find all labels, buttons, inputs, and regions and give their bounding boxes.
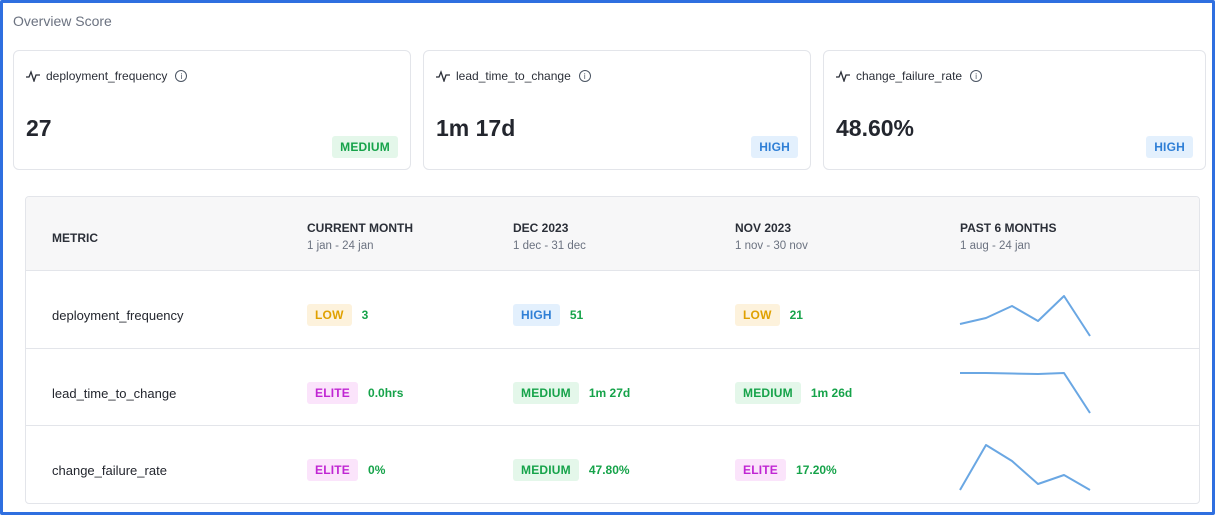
status-badge: ELITE [735, 459, 787, 481]
info-icon[interactable]: i [578, 70, 591, 82]
metric-name: change_failure_rate [52, 463, 167, 478]
info-icon[interactable]: i [970, 70, 983, 82]
dec-cell: MEDIUM 47.80% [513, 459, 630, 481]
column-header-dec-2023: DEC 2023 1 dec - 31 dec [513, 221, 586, 252]
score-card-deployment-frequency: deployment_frequency i 27 MEDIUM [13, 50, 411, 170]
table-row: change_failure_rate ELITE 0% MEDIUM 47.8… [26, 426, 1199, 503]
card-metric-name: deployment_frequency [46, 69, 168, 83]
pulse-icon [436, 70, 450, 82]
status-badge: HIGH [513, 304, 560, 326]
current-month-cell: ELITE 0.0hrs [307, 382, 403, 404]
status-badge: LOW [735, 304, 780, 326]
status-badge: MEDIUM [513, 382, 579, 404]
table-row: lead_time_to_change ELITE 0.0hrs MEDIUM … [26, 349, 1199, 426]
column-header-current-month: CURRENT MONTH 1 jan - 24 jan [307, 221, 413, 252]
sparkline-chart [959, 295, 1091, 337]
current-month-cell: LOW 3 [307, 304, 368, 326]
status-badge: ELITE [307, 382, 359, 404]
table-header: METRIC CURRENT MONTH 1 jan - 24 jan DEC … [26, 197, 1199, 271]
status-badge: ELITE [307, 459, 359, 481]
dec-cell: MEDIUM 1m 27d [513, 382, 630, 404]
status-badge: LOW [307, 304, 352, 326]
score-card-change-failure-rate: change_failure_rate i 48.60% HIGH [823, 50, 1206, 170]
metric-value: 1m 27d [588, 386, 631, 400]
overview-score-panel: Overview Score deployment_frequency i 27… [0, 0, 1215, 515]
sparkline-chart [960, 372, 1091, 414]
score-card-lead-time-to-change: lead_time_to_change i 1m 17d HIGH [423, 50, 811, 170]
card-value: 1m 17d [436, 115, 516, 141]
status-badge: MEDIUM [332, 136, 398, 158]
nov-cell: MEDIUM 1m 26d [735, 382, 852, 404]
status-badge: MEDIUM [513, 459, 579, 481]
metric-value: 0.0hrs [368, 386, 404, 400]
metric-name: deployment_frequency [52, 308, 184, 323]
column-header-past-6-months: PAST 6 MONTHS 1 aug - 24 jan [960, 221, 1057, 252]
status-badge: MEDIUM [735, 382, 801, 404]
panel-title: Overview Score [13, 13, 112, 29]
metric-value: 21 [789, 308, 803, 322]
sparkline-series [959, 295, 1091, 337]
nov-cell: LOW 21 [735, 304, 803, 326]
card-value: 48.60% [836, 115, 915, 141]
column-header-metric: METRIC [52, 231, 98, 245]
metric-value: 17.20% [796, 463, 837, 477]
card-metric-name: lead_time_to_change [456, 69, 571, 83]
column-header-nov-2023: NOV 2023 1 nov - 30 nov [735, 221, 808, 252]
sparkline-chart [959, 444, 1091, 491]
status-badge: HIGH [1146, 136, 1193, 158]
metrics-table: METRIC CURRENT MONTH 1 jan - 24 jan DEC … [25, 196, 1200, 504]
status-badge: HIGH [751, 136, 798, 158]
dec-cell: HIGH 51 [513, 304, 583, 326]
pulse-icon [26, 70, 40, 82]
card-metric-name: change_failure_rate [856, 69, 963, 83]
metric-value: 0% [368, 463, 386, 477]
sparkline-series [959, 444, 1091, 491]
card-value: 27 [26, 115, 52, 141]
info-icon[interactable]: i [175, 70, 188, 82]
sparkline-series [960, 372, 1091, 414]
nov-cell: ELITE 17.20% [735, 459, 837, 481]
table-row: deployment_frequency LOW 3 HIGH 51 LOW 2… [26, 271, 1199, 349]
pulse-icon [836, 70, 850, 82]
metric-name: lead_time_to_change [52, 386, 177, 401]
metric-value: 1m 26d [810, 386, 853, 400]
current-month-cell: ELITE 0% [307, 459, 385, 481]
metric-value: 47.80% [588, 463, 630, 477]
metric-value: 3 [361, 308, 369, 322]
metric-value: 51 [569, 308, 584, 322]
